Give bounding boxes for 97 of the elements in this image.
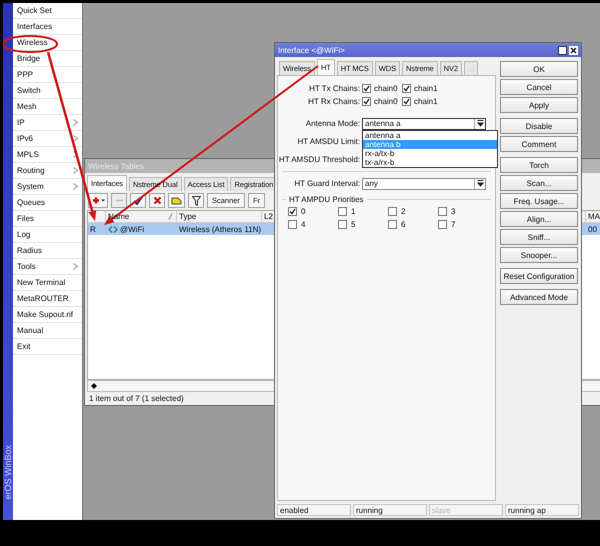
checkbox[interactable]: [388, 220, 397, 229]
checkbox[interactable]: [438, 220, 447, 229]
action-button[interactable]: Freq. Usage...: [500, 193, 578, 209]
checkbox[interactable]: [362, 84, 371, 93]
menu-item[interactable]: IPv6: [13, 131, 82, 147]
close-icon[interactable]: [569, 46, 578, 54]
checkbox[interactable]: [338, 207, 347, 216]
filter-button[interactable]: [188, 193, 204, 208]
action-button[interactable]: Reset Configuration: [500, 268, 578, 284]
field-label: HT Guard Interval:: [293, 179, 361, 188]
menu-item[interactable]: New Terminal: [13, 275, 82, 291]
disable-button[interactable]: [149, 193, 165, 208]
checkbox-label: chain0: [374, 97, 398, 106]
menu-item[interactable]: Interfaces: [13, 19, 82, 35]
checkbox-label: chain1: [414, 97, 438, 106]
sort-icon: [168, 213, 173, 220]
checkbox[interactable]: [338, 220, 347, 229]
comment-button[interactable]: [168, 193, 185, 208]
checkbox-label: chain1: [414, 84, 438, 93]
action-button[interactable]: Comment: [500, 136, 578, 152]
action-button[interactable]: Scan...: [500, 175, 578, 191]
menu-item[interactable]: Queues: [13, 195, 82, 211]
plus-icon: [91, 196, 105, 205]
menu-item[interactable]: PPP: [13, 67, 82, 83]
note-icon: [171, 196, 182, 204]
scroll-marker-icon: [91, 383, 97, 389]
field-label: HT Rx Chains:: [307, 97, 361, 106]
checkbox-label: 5: [351, 220, 356, 229]
maximize-icon[interactable]: [558, 46, 567, 54]
table-cell-text: R: [89, 224, 97, 235]
select-field[interactable]: antenna a: [362, 118, 486, 130]
menu-item[interactable]: Radius: [13, 243, 82, 259]
menu-item[interactable]: MPLS: [13, 147, 82, 163]
checkbox[interactable]: [288, 207, 297, 216]
menu-item[interactable]: Quick Set: [13, 3, 82, 19]
menu-item[interactable]: Manual: [13, 323, 82, 339]
action-button[interactable]: Align...: [500, 211, 578, 227]
field-label: Antenna Mode:: [304, 119, 361, 128]
banner-text: erOS WinBox: [3, 445, 13, 500]
menu-item[interactable]: Tools: [13, 259, 82, 275]
checkbox-label: 3: [451, 207, 456, 216]
action-button[interactable]: Disable: [500, 118, 578, 134]
checkbox[interactable]: [388, 207, 397, 216]
menu-item[interactable]: IP: [13, 115, 82, 131]
checkbox-label: 1: [351, 207, 356, 216]
checkbox-label: chain0: [374, 84, 398, 93]
check-icon: [133, 196, 143, 205]
select-field[interactable]: any: [362, 178, 486, 190]
group-title: HT AMPDU Priorities: [289, 195, 364, 204]
table-cell-text: 00: [587, 224, 598, 235]
action-button[interactable]: Sniff...: [500, 229, 578, 245]
checkbox-label: 4: [301, 220, 306, 229]
menu-item[interactable]: Wireless: [13, 35, 82, 51]
menu-item[interactable]: System: [13, 179, 82, 195]
table-cell: @WiFi: [120, 224, 144, 234]
action-button[interactable]: Torch: [500, 157, 578, 173]
checkbox[interactable]: [402, 97, 411, 106]
checkbox-label: 6: [401, 220, 406, 229]
window-title: Interface <@WiFi>: [278, 46, 345, 54]
menu-item[interactable]: Log: [13, 227, 82, 243]
checkbox-label: 0: [301, 207, 306, 216]
checkbox-label: 2: [401, 207, 406, 216]
check-icon: [289, 208, 296, 215]
dropdown-icon: [476, 120, 484, 127]
field-label: HT Tx Chains:: [308, 84, 361, 93]
table-cell-text: Wireless (Atheros 11N): [178, 224, 262, 235]
checkbox[interactable]: [438, 207, 447, 216]
filter-icon: [192, 196, 200, 206]
menu-item[interactable]: MetaROUTER: [13, 291, 82, 307]
column-header[interactable]: MA: [586, 211, 600, 222]
checkbox[interactable]: [402, 84, 411, 93]
status-cell: running ap: [505, 504, 579, 516]
action-button[interactable]: OK: [500, 61, 578, 77]
menu-item[interactable]: Bridge: [13, 51, 82, 67]
action-button[interactable]: Cancel: [500, 79, 578, 95]
status-text: 1 item out of 7 (1 selected): [88, 393, 185, 405]
action-button[interactable]: Apply: [500, 97, 578, 113]
menu-item[interactable]: Routing: [13, 163, 82, 179]
column-header[interactable]: Type: [177, 211, 262, 222]
status-cell: running: [353, 504, 427, 516]
action-button[interactable]: Snooper...: [500, 247, 578, 263]
checkbox[interactable]: [362, 97, 371, 106]
field-label: HT AMSDU Threshold:: [278, 155, 361, 164]
checkbox[interactable]: [288, 220, 297, 229]
menu-item[interactable]: Make Supout.rif: [13, 307, 82, 323]
menu-item[interactable]: Exit: [13, 339, 82, 355]
action-button[interactable]: Advanced Mode: [500, 289, 578, 305]
dropdown-icon: [476, 180, 484, 187]
menu-item[interactable]: Mesh: [13, 99, 82, 115]
cross-icon: [152, 196, 162, 205]
status-cell: slave: [429, 504, 503, 516]
checkbox-label: 7: [451, 220, 456, 229]
menu-item[interactable]: Files: [13, 211, 82, 227]
wireless-icon: [108, 226, 118, 232]
menu-item[interactable]: Switch: [13, 83, 82, 99]
status-cell: enabled: [277, 504, 351, 516]
field-label: HT AMSDU Limit:: [296, 137, 361, 146]
